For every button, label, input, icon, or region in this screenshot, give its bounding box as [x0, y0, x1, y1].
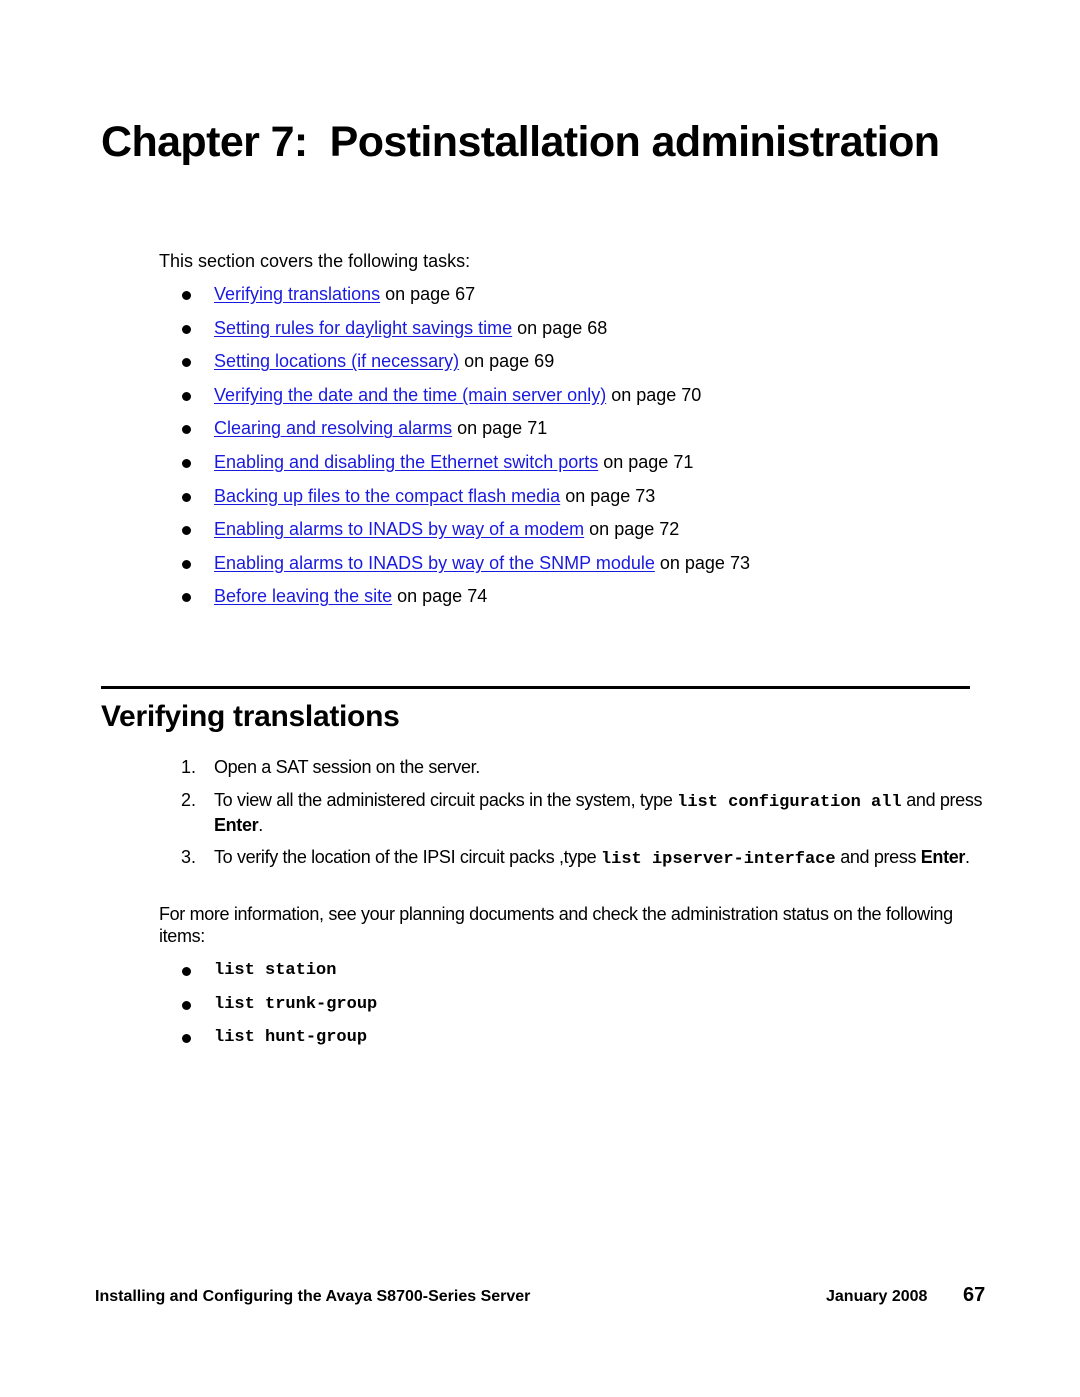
- bullet-icon: [182, 391, 191, 401]
- task-link[interactable]: Clearing and resolving alarms: [214, 418, 452, 438]
- page-ref: on page 73: [654, 552, 750, 573]
- bullet-icon: [182, 1034, 191, 1044]
- task-link[interactable]: Verifying translations: [214, 284, 380, 304]
- page-ref: on page 70: [606, 384, 702, 405]
- task-link[interactable]: Enabling alarms to INADS by way of a mod…: [214, 519, 584, 539]
- step-text-part: and press: [901, 790, 983, 810]
- footer-book-title: Installing and Configuring the Avaya S87…: [95, 1288, 531, 1305]
- bullet-icon: [182, 1000, 191, 1010]
- bullet-icon: [182, 526, 191, 536]
- step-text-part: and press: [835, 847, 921, 867]
- step-text: Open a SAT session on the server.: [214, 757, 480, 777]
- step-number: 3.: [181, 847, 197, 867]
- chapter-title: Chapter 7: Postinstallation administratio…: [101, 112, 940, 172]
- info-paragraph: For more information, see your planning …: [159, 904, 953, 946]
- page-number: 67: [963, 1284, 986, 1306]
- section-divider: [101, 686, 970, 689]
- page-ref: on page 67: [380, 284, 476, 304]
- page-ref: on page 71: [452, 418, 548, 439]
- step-number: 1.: [181, 757, 197, 777]
- page-ref: on page 74: [392, 586, 488, 607]
- chapter-label: Chapter 7:: [101, 118, 308, 166]
- bullet-icon: [182, 425, 191, 435]
- bullet-icon: [182, 458, 191, 468]
- bullet-icon: [182, 492, 191, 502]
- task-link[interactable]: Before leaving the site: [214, 586, 392, 606]
- key-name: Enter: [214, 815, 259, 835]
- step-text: To view all the administered circuit pac…: [214, 789, 984, 836]
- page-ref: on page 73: [560, 485, 656, 506]
- bullet-icon: [182, 559, 191, 569]
- key-name: Enter: [920, 847, 966, 867]
- step-number: 2.: [181, 790, 197, 810]
- bullet-icon: [182, 324, 191, 334]
- command-text: list trunk-group: [214, 994, 378, 1014]
- task-link[interactable]: Enabling alarms to INADS by way of the S…: [214, 553, 655, 573]
- footer-date: January 2008: [826, 1288, 928, 1305]
- task-link[interactable]: Enabling and disabling the Ethernet swit…: [214, 452, 598, 472]
- step-text-part: To verify the location of the IPSI circu…: [214, 847, 601, 867]
- command-text: list ipserver-interface: [600, 850, 836, 869]
- step-text-part: To view all the administered circuit pac…: [214, 790, 678, 810]
- bullet-icon: [182, 358, 191, 368]
- page-ref: on page 71: [598, 451, 694, 472]
- command-text: list configuration all: [677, 793, 902, 812]
- section-title: Verifying translations: [101, 700, 400, 733]
- page-ref: on page 72: [584, 519, 680, 540]
- step-text-part: .: [258, 815, 263, 835]
- task-link[interactable]: Verifying the date and the time (main se…: [214, 385, 606, 405]
- task-link[interactable]: Setting locations (if necessary): [214, 351, 459, 371]
- bullet-icon: [182, 967, 191, 976]
- command-text: list hunt-group: [214, 1028, 368, 1048]
- page-ref: on page 69: [459, 351, 555, 372]
- command-text: list station: [214, 961, 337, 980]
- bullet-icon: [182, 291, 191, 300]
- page-ref: on page 68: [512, 317, 608, 338]
- step-text-part: .: [965, 847, 970, 867]
- intro-text: This section covers the following tasks:: [159, 251, 471, 271]
- task-link[interactable]: Setting rules for daylight savings time: [214, 318, 512, 338]
- chapter-name: Postinstallation administration: [329, 118, 940, 166]
- step-text: To verify the location of the IPSI circu…: [214, 846, 984, 871]
- bullet-icon: [182, 593, 191, 603]
- task-link[interactable]: Backing up files to the compact flash me…: [214, 486, 560, 506]
